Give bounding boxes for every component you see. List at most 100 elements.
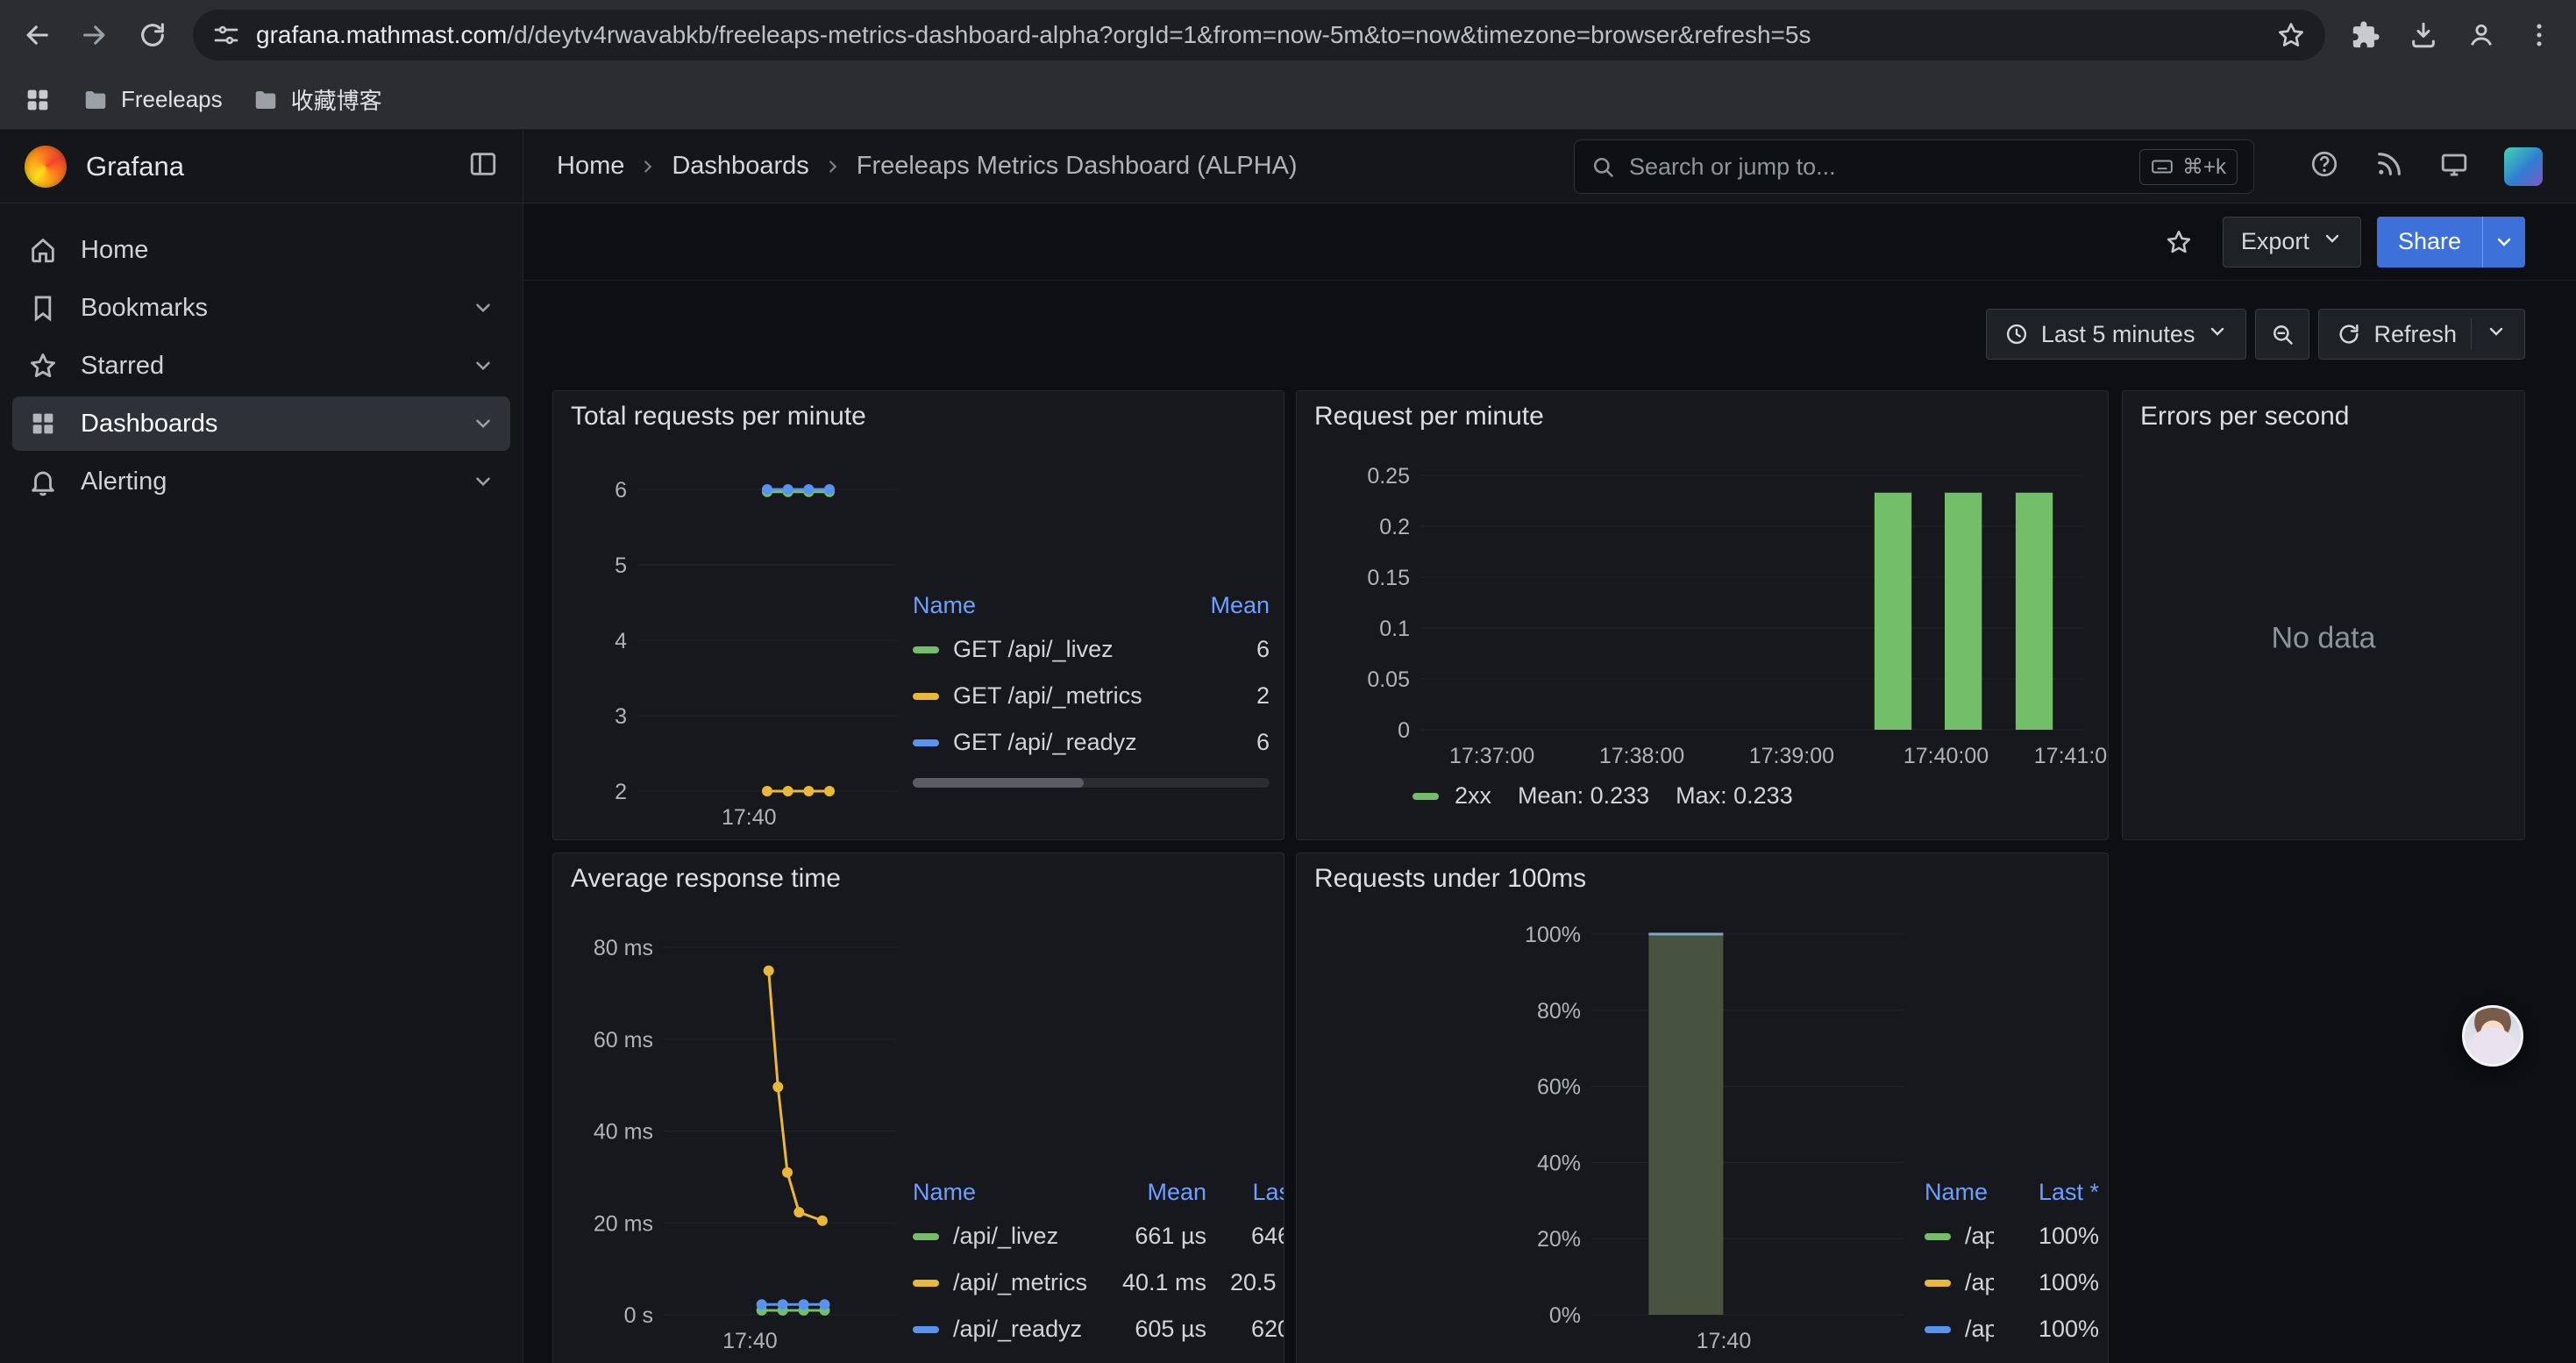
chevron-down-icon[interactable] — [472, 296, 495, 319]
chevron-down-icon[interactable] — [2486, 321, 2507, 348]
assistant-avatar[interactable] — [2462, 1005, 2523, 1067]
zoom-out-icon — [2270, 322, 2295, 346]
svg-text:17:37:00: 17:37:00 — [1449, 744, 1534, 768]
time-range-picker[interactable]: Last 5 minutes — [1986, 309, 2247, 360]
legend-header-last[interactable]: Las — [1206, 1179, 1284, 1206]
svg-text:3: 3 — [615, 704, 627, 729]
url-bar[interactable]: grafana.mathmast.com/d/deytv4rwavabkb/fr… — [193, 10, 2325, 61]
series-name[interactable]: GET /api/_readyz — [953, 729, 1137, 756]
series-name[interactable]: /api/_metrics — [1965, 1269, 1994, 1296]
sidebar-item-dashboards[interactable]: Dashboards — [12, 396, 510, 451]
series-swatch — [913, 739, 939, 746]
legend-scrollbar[interactable] — [913, 778, 1270, 788]
svg-text:60%: 60% — [1537, 1075, 1581, 1100]
requests-under-100ms-chart[interactable]: 100%80%60%40%20%0%17:40 — [1302, 899, 1916, 1355]
bookmark-icon — [28, 293, 58, 323]
search-input[interactable] — [1629, 153, 2125, 181]
legend-header-mean[interactable]: Mean — [1091, 1179, 1206, 1206]
bookmark-folder-blogs[interactable]: 收藏博客 — [253, 83, 382, 116]
sidebar-item-bookmarks[interactable]: Bookmarks — [12, 281, 510, 335]
scrollbar-thumb[interactable] — [913, 778, 1084, 788]
request-per-minute-chart[interactable]: 0.250.20.150.10.05017:37:0017:38:0017:39… — [1302, 437, 2096, 770]
share-button[interactable]: Share — [2377, 217, 2525, 268]
tv-mode-icon[interactable] — [2439, 149, 2469, 183]
search-icon — [1590, 154, 1615, 179]
sidebar-item-home[interactable]: Home — [12, 223, 510, 277]
series-name[interactable]: 2xx — [1455, 782, 1491, 810]
chevron-down-icon[interactable] — [472, 412, 495, 435]
total-requests-chart[interactable]: 6543217:40 — [559, 437, 909, 831]
favorite-star-icon[interactable] — [2160, 223, 2198, 261]
star-icon — [28, 351, 58, 381]
sidebar-item-starred[interactable]: Starred — [12, 339, 510, 393]
series-name[interactable]: GET /api/_livez — [953, 636, 1114, 663]
grafana-logo — [25, 146, 67, 188]
export-button[interactable]: Export — [2223, 217, 2361, 268]
series-swatch — [913, 1326, 939, 1333]
back-icon[interactable] — [19, 18, 54, 53]
panel-title[interactable]: Total requests per minute — [553, 391, 1284, 437]
chevron-down-icon[interactable] — [472, 354, 495, 377]
legend-max: Max: 0.233 — [1676, 782, 1793, 810]
grafana-app: Grafana Home Dashboards Freeleaps Metric… — [0, 130, 2576, 1363]
panel-errors-per-second: Errors per second No data — [2122, 390, 2525, 840]
svg-text:80 ms: 80 ms — [594, 936, 653, 960]
panel-title[interactable]: Requests under 100ms — [1297, 853, 2108, 899]
dock-menu-icon[interactable] — [468, 149, 498, 183]
forward-icon[interactable] — [77, 18, 112, 53]
legend-header-name[interactable]: Name — [1925, 1179, 1994, 1206]
panel-avg-response-time: Average response time 80 ms60 ms40 ms20 … — [552, 853, 1284, 1363]
avg-response-time-legend: Name Mean Las /api/_livez 661 µs 646 /ap… — [913, 1171, 1284, 1363]
folder-icon — [253, 87, 279, 113]
legend-header-last[interactable]: Last * — [1994, 1179, 2099, 1206]
help-icon[interactable] — [2309, 149, 2339, 183]
grafana-brand[interactable]: Grafana — [25, 146, 184, 188]
breadcrumb-home[interactable]: Home — [557, 152, 624, 181]
panel-title[interactable]: Errors per second — [2123, 391, 2524, 437]
svg-text:60 ms: 60 ms — [594, 1028, 653, 1053]
refresh-button[interactable]: Refresh — [2318, 309, 2525, 360]
user-avatar[interactable] — [2504, 147, 2543, 186]
bookmark-folder-freeleaps[interactable]: Freeleaps — [82, 86, 223, 113]
panel-request-per-minute: Request per minute 0.250.20.150.10.05017… — [1296, 390, 2109, 840]
extensions-icon[interactable] — [2348, 18, 2383, 53]
series-swatch — [913, 1280, 939, 1287]
legend-row: /api/_livez 661 µs 646 — [913, 1213, 1284, 1260]
panel-title[interactable]: Average response time — [553, 853, 1284, 899]
browser-toolbar: grafana.mathmast.com/d/deytv4rwavabkb/fr… — [0, 0, 2576, 70]
svg-text:80%: 80% — [1537, 999, 1581, 1024]
legend-header-mean[interactable]: Mean — [1173, 592, 1270, 619]
avg-response-time-chart[interactable]: 80 ms60 ms40 ms20 ms0 s17:40 — [559, 899, 909, 1355]
series-name[interactable]: GET /api/_metrics — [953, 682, 1142, 710]
search-box[interactable]: ⌘+k — [1574, 139, 2254, 194]
news-rss-icon[interactable] — [2374, 149, 2404, 183]
share-dropdown-icon[interactable] — [2482, 217, 2525, 268]
browser-chrome: grafana.mathmast.com/d/deytv4rwavabkb/fr… — [0, 0, 2576, 130]
grafana-header: Grafana Home Dashboards Freeleaps Metric… — [0, 130, 2576, 203]
downloads-icon[interactable] — [2406, 18, 2441, 53]
site-info-icon[interactable] — [212, 21, 240, 49]
panel-total-requests: Total requests per minute 6543217:40 Nam… — [552, 390, 1284, 840]
series-name[interactable]: /api/_metrics — [953, 1269, 1087, 1296]
sidebar-item-alerting[interactable]: Alerting — [12, 454, 510, 509]
series-name[interactable]: /api/_readyz — [1965, 1316, 1994, 1343]
series-name[interactable]: /api/_livez — [953, 1223, 1058, 1250]
bookmark-star-icon[interactable] — [2276, 20, 2306, 50]
legend-row: /api/_readyz 100% — [1925, 1306, 2099, 1352]
request-per-minute-legend: 2xx Mean: 0.233 Max: 0.233 — [1413, 782, 1793, 810]
reload-icon[interactable] — [135, 18, 170, 53]
chevron-down-icon[interactable] — [472, 470, 495, 493]
profile-icon[interactable] — [2464, 18, 2499, 53]
panel-title[interactable]: Request per minute — [1297, 391, 2108, 437]
legend-header-name[interactable]: Name — [913, 1179, 1091, 1206]
browser-menu-icon[interactable] — [2522, 18, 2557, 53]
apps-grid-icon[interactable] — [23, 85, 53, 115]
series-name[interactable]: /api/_livez — [1965, 1223, 1994, 1250]
svg-text:0.15: 0.15 — [1367, 566, 1410, 590]
breadcrumb-dashboards[interactable]: Dashboards — [672, 152, 808, 181]
bookmarks-bar: Freeleaps 收藏博客 — [0, 70, 2576, 130]
legend-row: /api/_readyz 605 µs 620 — [913, 1306, 1284, 1352]
legend-header-name[interactable]: Name — [913, 592, 1173, 619]
series-name[interactable]: /api/_readyz — [953, 1316, 1082, 1343]
zoom-out-button[interactable] — [2255, 309, 2309, 360]
